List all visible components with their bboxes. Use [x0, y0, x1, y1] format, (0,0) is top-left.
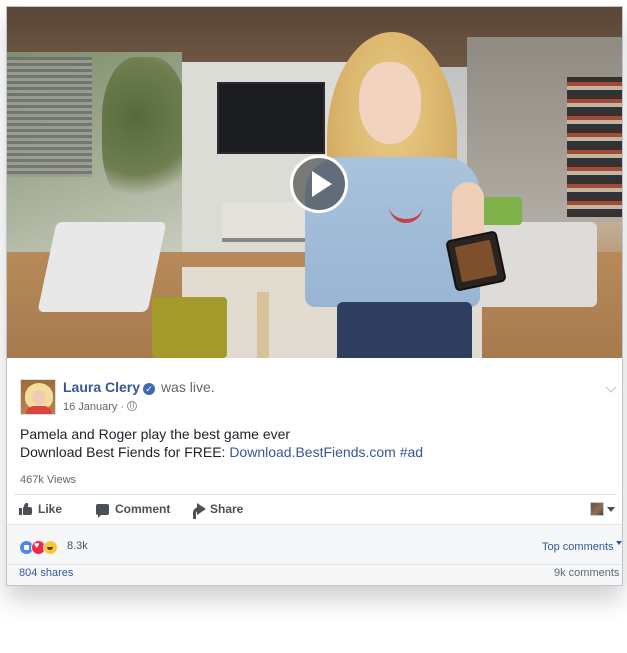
post-date-link[interactable]: 16 January — [63, 401, 117, 413]
viewer-switch-button[interactable] — [590, 502, 615, 516]
like-icon — [19, 503, 32, 515]
comments-count-link[interactable]: 9k comments — [554, 567, 619, 579]
video-frame-tv — [217, 82, 325, 154]
top-comments-caret-icon — [615, 541, 622, 545]
viewer-avatar — [590, 502, 604, 516]
video-person-jeans — [337, 302, 472, 358]
play-icon — [311, 171, 332, 197]
facebook-post-card: Laura Clery ✓ was live. 16 January · Pamel… — [6, 6, 623, 586]
verified-icon: ✓ — [143, 383, 156, 395]
caret-icon — [607, 506, 615, 512]
poster-name-link[interactable]: Laura Clery — [63, 379, 140, 395]
video-frame-bookshelf — [567, 77, 622, 217]
post-text: Pamela and Roger play the best game ever… — [20, 425, 423, 461]
download-link[interactable]: Download.BestFiends.com — [229, 444, 396, 460]
post-meta: 16 January · — [63, 401, 138, 413]
share-button[interactable]: Share — [193, 502, 244, 519]
video-frame-blinds — [7, 57, 92, 177]
post-text-line2: Download Best Fiends for FREE: Download.… — [20, 443, 423, 461]
avatar-face — [32, 390, 46, 406]
video-person-face — [359, 62, 421, 144]
video-frame-chair — [37, 222, 167, 312]
video-frame-tree — [102, 57, 187, 207]
reaction-count[interactable]: 8.3k — [67, 540, 88, 552]
post-text-line1: Pamela and Roger play the best game ever — [20, 426, 291, 442]
hashtag-link[interactable]: #ad — [400, 444, 423, 460]
top-comments-dropdown[interactable]: Top comments — [542, 541, 622, 553]
reactions-bar: 8.3k Top comments — [7, 524, 622, 564]
comment-label: Comment — [115, 502, 171, 516]
play-button[interactable] — [290, 155, 348, 213]
avatar-body — [26, 406, 52, 414]
comment-icon — [96, 503, 109, 518]
action-bar: Like Comment Share — [14, 494, 617, 524]
post-text-line2-prefix: Download Best Fiends for FREE: — [20, 444, 230, 460]
shares-bar: 804 shares 9k comments — [7, 564, 622, 585]
video-frame-ottoman — [152, 297, 227, 358]
poster-action-text: was live. — [160, 379, 215, 395]
top-comments-label: Top comments — [542, 541, 614, 553]
meta-separator: · — [120, 401, 125, 413]
share-icon — [193, 503, 206, 519]
video-person-phone — [445, 230, 507, 292]
poster-line: Laura Clery ✓ was live. — [63, 379, 215, 395]
avatar[interactable] — [20, 379, 56, 415]
post-header: Laura Clery ✓ was live. 16 January · — [7, 358, 622, 420]
video-player[interactable] — [7, 7, 622, 358]
share-label: Share — [210, 502, 244, 516]
video-frame-console — [222, 202, 312, 242]
comment-button[interactable]: Comment — [96, 502, 171, 518]
globe-icon[interactable] — [127, 401, 138, 411]
views-count: 467k Views — [20, 474, 77, 486]
video-frame-stand — [257, 292, 269, 358]
haha-reaction-icon — [43, 540, 58, 555]
reaction-icons[interactable] — [19, 540, 58, 555]
shares-link[interactable]: 804 shares — [19, 567, 73, 579]
like-button[interactable]: Like — [19, 502, 62, 516]
like-label: Like — [38, 502, 63, 516]
video-phone-screen — [454, 239, 498, 283]
